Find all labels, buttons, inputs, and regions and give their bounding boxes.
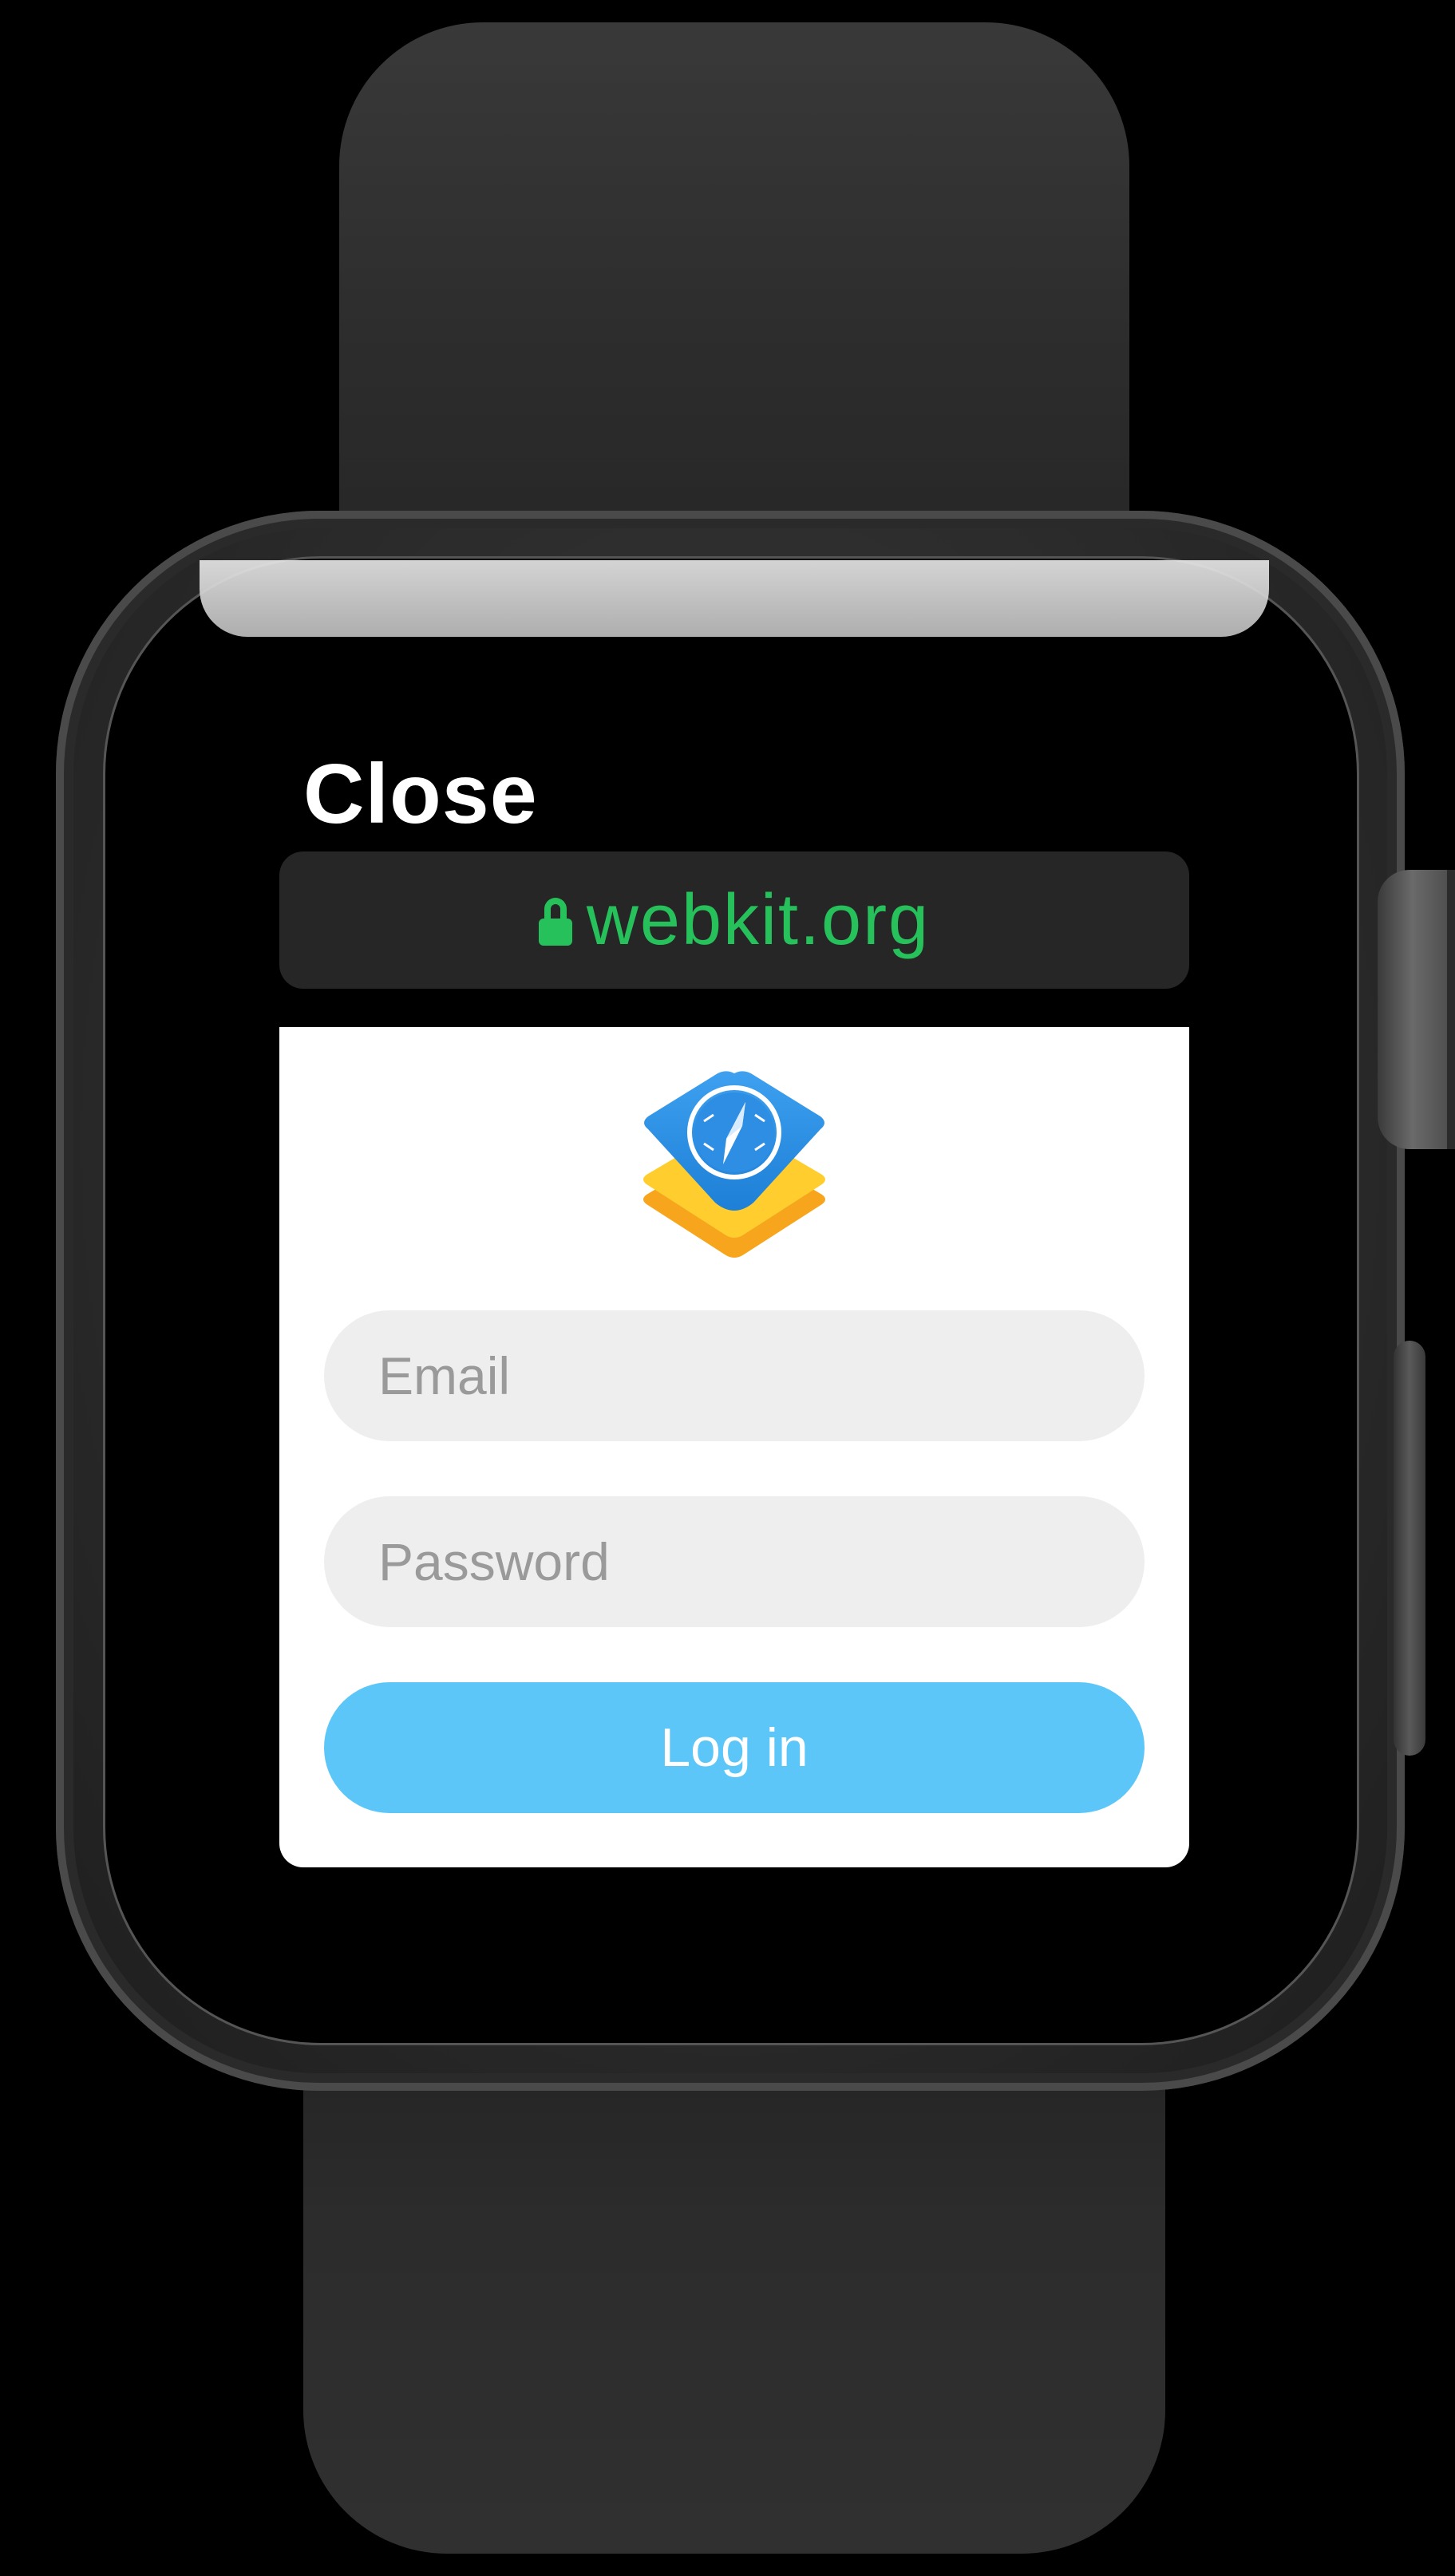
digital-crown[interactable] bbox=[1378, 870, 1455, 1149]
side-button[interactable] bbox=[1394, 1341, 1425, 1756]
screen-glare bbox=[200, 560, 1269, 637]
password-field[interactable]: Password bbox=[324, 1496, 1145, 1627]
address-bar[interactable]: webkit.org bbox=[279, 851, 1189, 989]
web-view-screen: Close webkit.org Email Password Log in bbox=[279, 730, 1189, 1867]
email-field[interactable]: Email bbox=[324, 1310, 1145, 1441]
lock-icon bbox=[538, 898, 572, 946]
login-button[interactable]: Log in bbox=[324, 1682, 1145, 1813]
watch-band-top bbox=[339, 22, 1129, 581]
email-placeholder: Email bbox=[378, 1346, 511, 1405]
watch-frame: Close webkit.org Email Password Log in bbox=[0, 0, 1455, 2576]
login-button-label: Log in bbox=[660, 1717, 809, 1778]
password-placeholder: Password bbox=[378, 1532, 610, 1591]
webkit-logo-icon bbox=[643, 1071, 825, 1258]
url-text: webkit.org bbox=[586, 879, 931, 960]
close-button[interactable]: Close bbox=[303, 746, 538, 843]
web-page-content: Email Password Log in bbox=[279, 1027, 1189, 1867]
